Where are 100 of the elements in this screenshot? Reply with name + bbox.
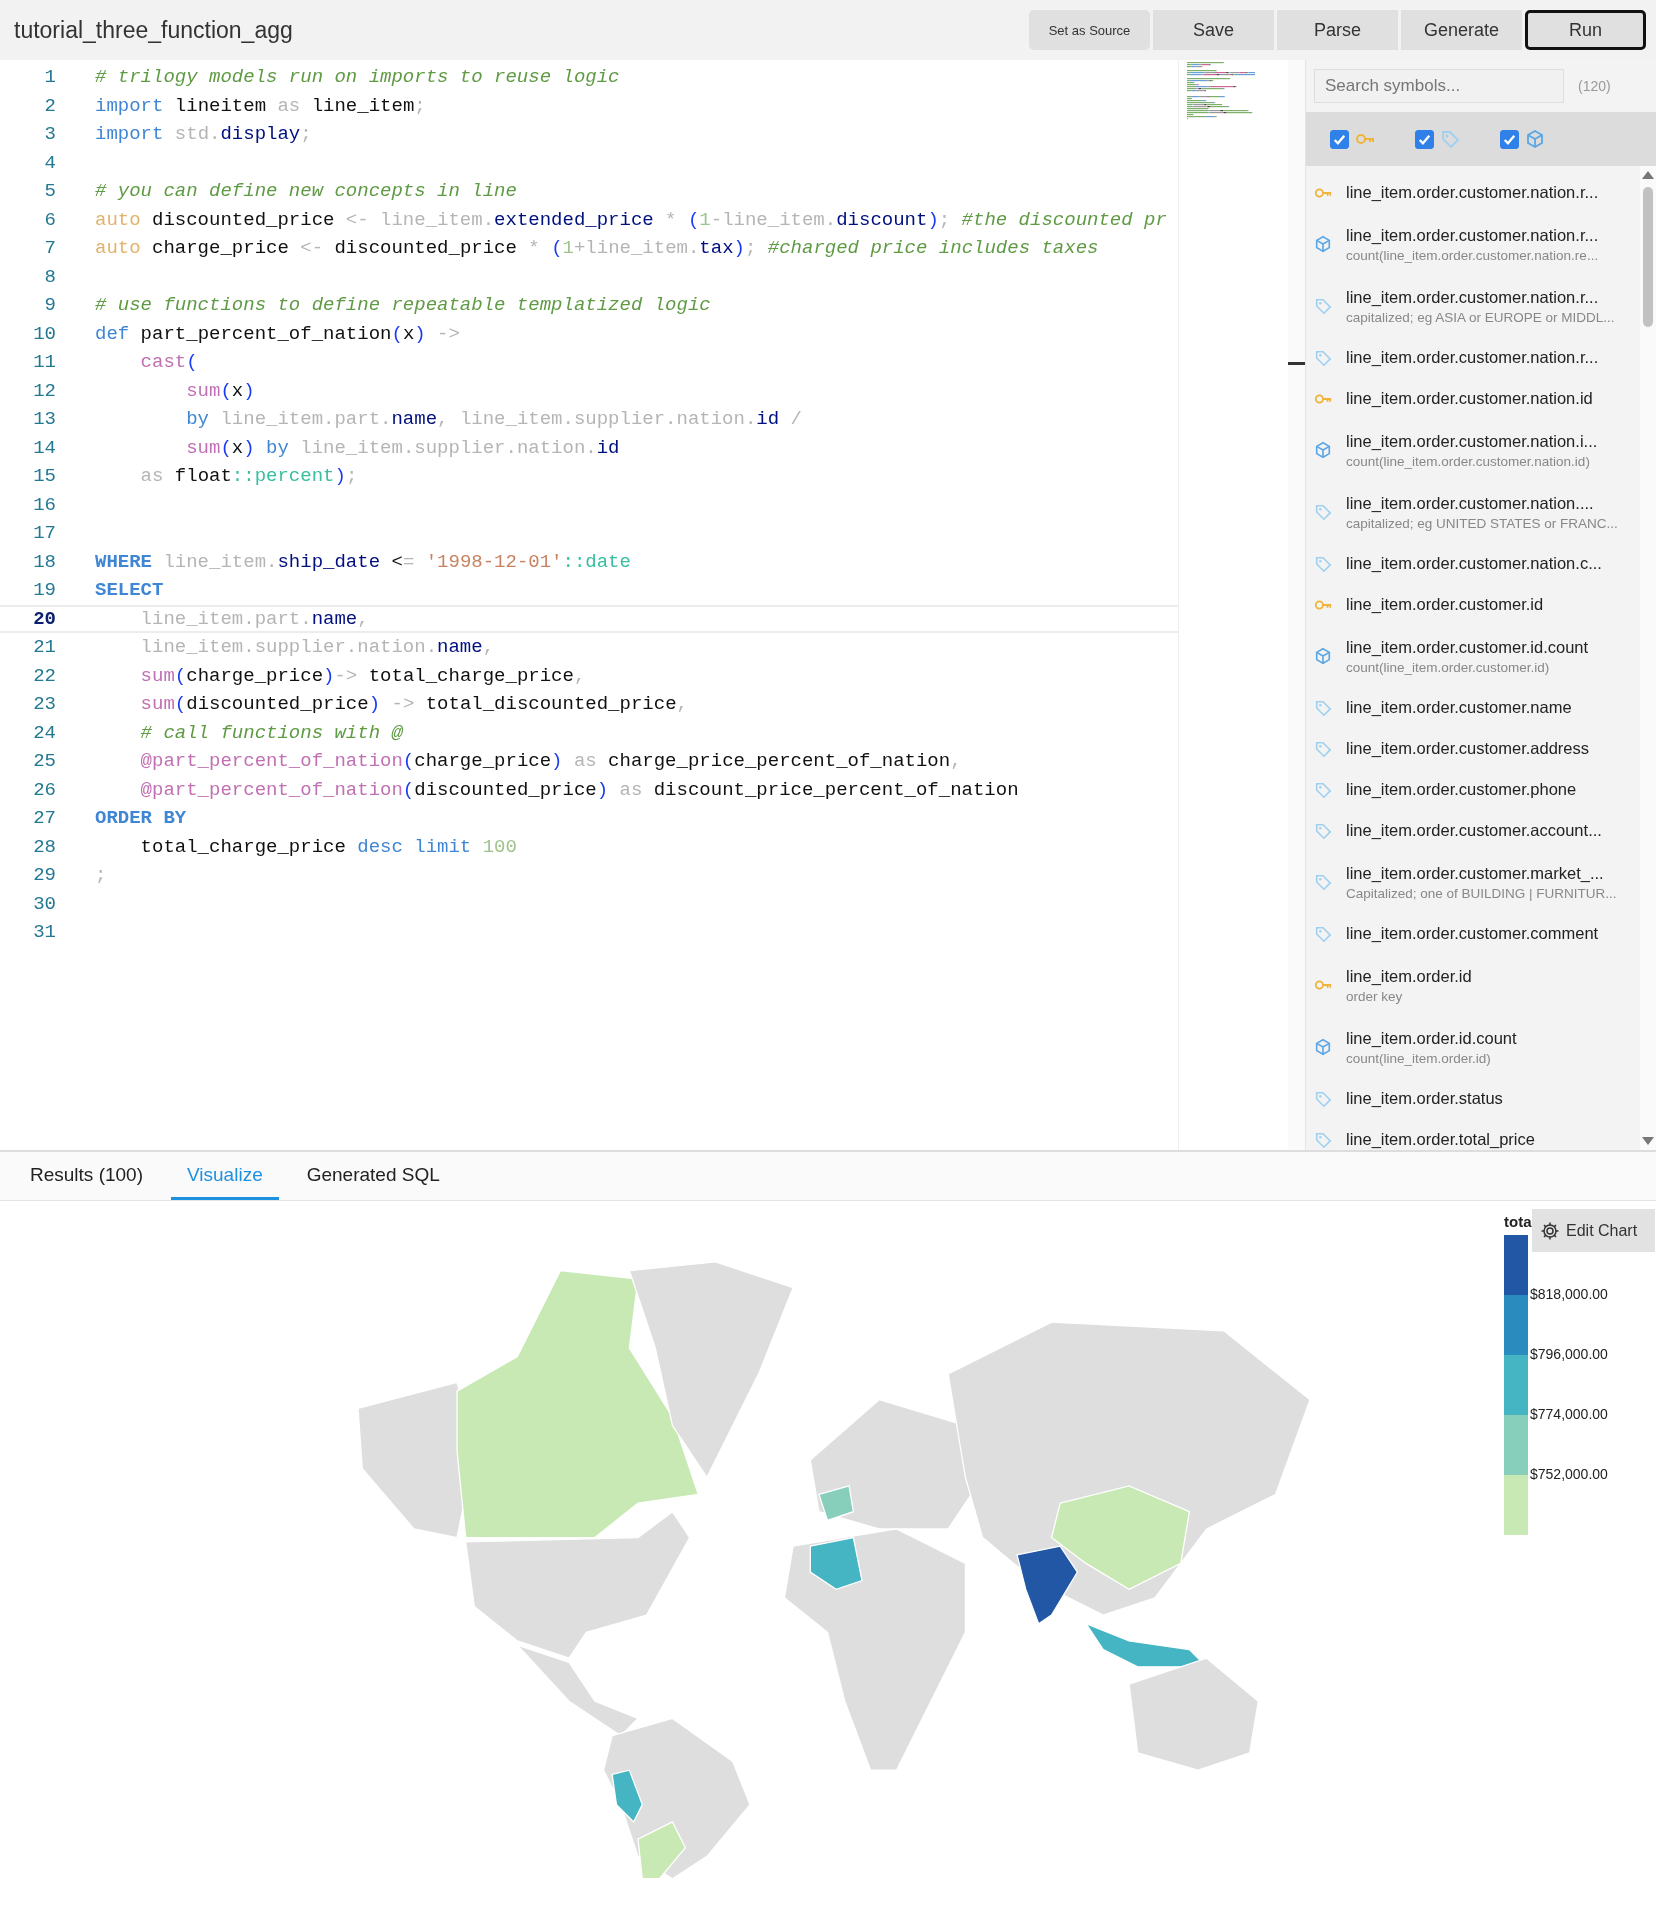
results-tab[interactable]: Results (100) <box>14 1152 159 1200</box>
line-number: 23 <box>32 693 57 716</box>
cube-icon <box>1314 1038 1332 1056</box>
tag-icon <box>1314 1130 1332 1149</box>
settings-icon <box>1540 1220 1560 1241</box>
symbol-item[interactable]: line_item.order.customer.nation.... capitalized; eg UNITED STATES or FRANC... <box>1306 481 1640 543</box>
symbol-description: capitalized; eg UNITED STATES or FRANC... <box>1346 515 1618 531</box>
line-number: 12 <box>32 379 57 402</box>
line-number: 4 <box>43 151 57 174</box>
code-line: sum(x) <box>185 379 255 402</box>
symbol-item[interactable]: line_item.order.customer.name <box>1306 687 1640 728</box>
symbol-item[interactable]: line_item.order.customer.id.count count(line_item.order.customer.id) <box>1306 625 1640 687</box>
symbol-item[interactable]: line_item.order.customer.address <box>1306 728 1640 769</box>
line-number: 8 <box>43 265 57 288</box>
symbol-item[interactable]: line_item.order.customer.nation.i... count(line_item.order.customer.nation.id) <box>1306 419 1640 481</box>
toolbar-button[interactable]: Parse <box>1277 10 1398 50</box>
symbol-item[interactable]: line_item.order.customer.nation.r... capitalized; eg ASIA or EUROPE or MIDDL... <box>1306 275 1640 337</box>
symbol-description: Capitalized; one of BUILDING | FURNITUR... <box>1346 885 1617 901</box>
checkbox[interactable] <box>1500 129 1519 149</box>
tag-icon <box>1314 924 1332 943</box>
symbol-item[interactable]: line_item.order.customer.nation.r... <box>1306 172 1640 213</box>
line-number: 30 <box>32 892 57 915</box>
tag-icon <box>1314 698 1332 717</box>
symbol-item[interactable]: line_item.order.customer.nation.c... <box>1306 543 1640 584</box>
symbol-description: count(line_item.order.customer.nation.id) <box>1346 453 1591 469</box>
symbol-item[interactable]: line_item.order.customer.nation.r... <box>1306 337 1640 378</box>
toolbar-button[interactable]: Save <box>1153 10 1274 50</box>
symbol-item[interactable]: line_item.order.id order key <box>1306 954 1640 1016</box>
code-line: sum(discounted_price) -> total_discounted_price, <box>139 693 688 716</box>
code-line: # you can define new concepts in line <box>95 180 517 203</box>
line-number: 22 <box>32 664 57 687</box>
legend-label: $774,000.00 <box>1530 1406 1608 1424</box>
code-line: line_item.part.name, <box>139 607 369 630</box>
toolbar-button[interactable]: Generate <box>1401 10 1522 50</box>
code-line: # trilogy models run on imports to reuse logic <box>95 66 620 89</box>
symbol-item[interactable]: line_item.order.customer.account... <box>1306 810 1640 851</box>
line-number: 9 <box>43 294 57 317</box>
legend-title: tota <box>1504 1213 1532 1232</box>
symbol-item[interactable]: line_item.order.customer.phone <box>1306 769 1640 810</box>
code-line: ORDER BY <box>95 807 187 830</box>
code-line: sum(x) by line_item.supplier.nation.id <box>185 436 620 459</box>
line-number: 10 <box>32 322 57 345</box>
line-number: 3 <box>43 123 57 146</box>
code-line: import lineitem as line_item; <box>95 94 426 117</box>
scrollbar[interactable] <box>1640 166 1656 1150</box>
search-field[interactable]: Search symbols... <box>1314 69 1564 103</box>
tag-icon <box>1314 739 1332 758</box>
code-line: WHERE line_item.ship_date <= '1998-12-01'::date <box>95 550 631 573</box>
results-tab[interactable]: Generated SQL <box>290 1152 456 1200</box>
code-line: # call functions with @ <box>139 721 403 744</box>
code-line: total_charge_price desc limit 100 <box>139 835 517 858</box>
legend-label: $796,000.00 <box>1530 1346 1608 1364</box>
symbol-item[interactable]: line_item.order.customer.comment <box>1306 913 1640 954</box>
code-line: ; <box>95 864 107 887</box>
toolbar-button[interactable]: Run <box>1525 10 1646 50</box>
code-line: by line_item.part.name, line_item.supplier.nation.id / <box>185 408 802 431</box>
symbol-item[interactable]: line_item.order.customer.nation.r... count(line_item.order.customer.nation.re... <box>1306 213 1640 275</box>
line-number: 16 <box>32 493 57 516</box>
symbol-item[interactable]: line_item.order.total_price <box>1306 1119 1640 1150</box>
code-line: line_item.supplier.nation.name, <box>139 636 495 659</box>
symbol-description: capitalized; eg ASIA or EUROPE or MIDDL... <box>1346 309 1615 325</box>
tag-icon <box>1314 348 1332 367</box>
line-number: 20 <box>32 607 57 630</box>
tag-icon <box>1314 297 1332 315</box>
symbol-item[interactable]: line_item.order.customer.id <box>1306 584 1640 625</box>
window-title: tutorial_three_function_agg <box>14 16 293 44</box>
toolbar-button[interactable]: Set as Source <box>1029 10 1150 50</box>
code-line: def part_percent_of_nation(x) -> <box>95 322 460 345</box>
line-number: 28 <box>32 835 57 858</box>
cube-icon <box>1525 129 1545 149</box>
code-line: SELECT <box>95 579 164 602</box>
symbol-count: (120) <box>1578 78 1611 94</box>
symbol-item[interactable]: line_item.order.status <box>1306 1078 1640 1119</box>
tag-icon <box>1314 554 1332 573</box>
symbol-description: count(line_item.order.id) <box>1346 1050 1492 1066</box>
tag-icon <box>1440 129 1460 149</box>
symbol-item[interactable]: line_item.order.customer.market_... Capitalized; one of BUILDING | FURNITUR... <box>1306 851 1640 913</box>
line-number: 11 <box>32 351 57 374</box>
symbol-item[interactable]: line_item.order.id.count count(line_item.order.id) <box>1306 1016 1640 1078</box>
cube-icon <box>1314 235 1332 253</box>
symbol-description: order key <box>1346 988 1404 1004</box>
code-line: @part_percent_of_nation(discounted_price) as discount_price_percent_of_nation <box>139 778 1019 801</box>
line-number: 24 <box>32 721 57 744</box>
symbol-item[interactable]: line_item.order.customer.nation.id <box>1306 378 1640 419</box>
checkbox[interactable] <box>1415 129 1434 149</box>
edit-chart-button[interactable]: Edit Chart <box>1532 1209 1655 1252</box>
legend-label: $818,000.00 <box>1530 1286 1608 1304</box>
tag-icon <box>1314 780 1332 799</box>
line-number: 27 <box>32 807 57 830</box>
line-number: 6 <box>43 208 57 231</box>
line-number: 1 <box>43 66 57 89</box>
line-number: 25 <box>32 750 57 773</box>
line-number: 7 <box>43 237 57 260</box>
code-line: sum(charge_price)-> total_charge_price, <box>139 664 586 687</box>
tag-icon <box>1314 873 1332 891</box>
code-line: import std.display; <box>95 123 312 146</box>
legend-label: $752,000.00 <box>1530 1466 1608 1484</box>
checkbox[interactable] <box>1330 129 1349 149</box>
tag-icon <box>1314 1089 1332 1108</box>
code-line: auto charge_price <- discounted_price * (1+line_item.tax); #charged price includes taxes <box>95 237 1099 260</box>
